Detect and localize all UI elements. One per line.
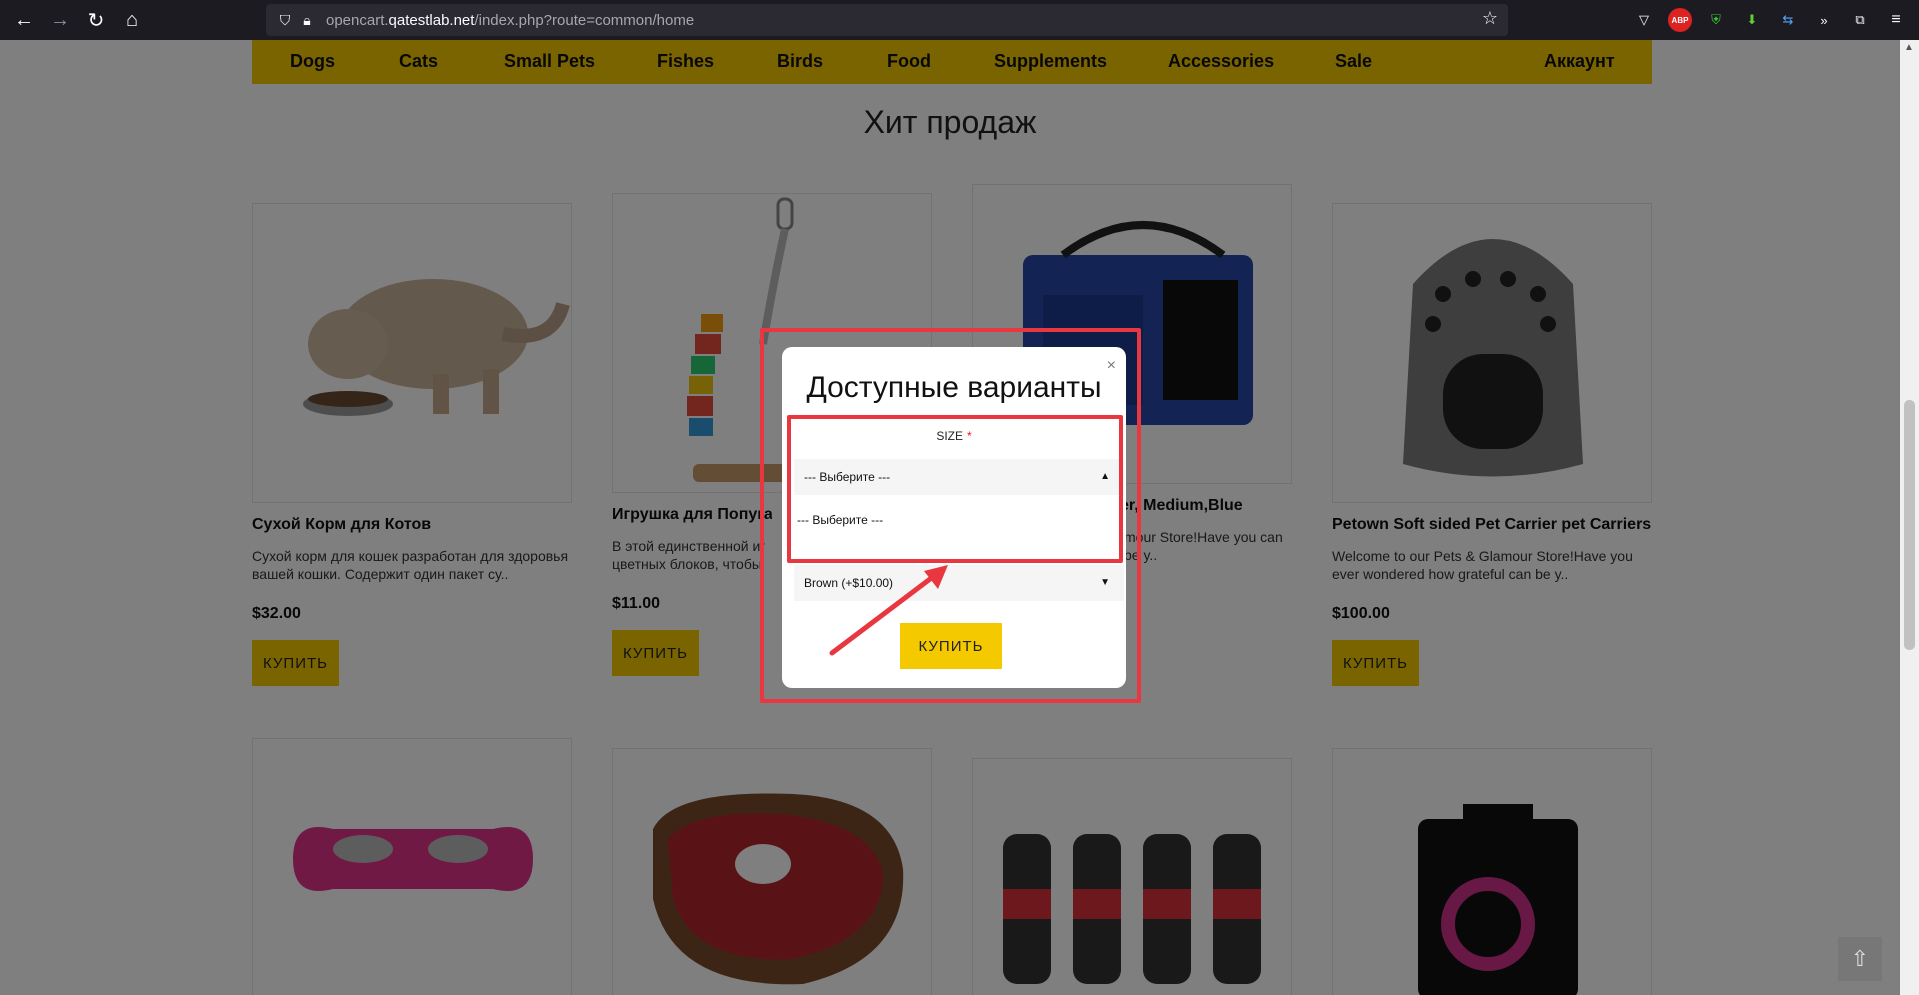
menu-icon[interactable]: ≡	[1884, 8, 1908, 32]
extensions-icon[interactable]: ⧉	[1848, 8, 1872, 32]
forward-icon[interactable]: →	[42, 0, 78, 40]
url-text: opencart.qatestlab.net/index.php?route=c…	[326, 11, 695, 29]
back-icon[interactable]: ←	[6, 0, 42, 40]
home-icon[interactable]: ⌂	[114, 0, 150, 40]
reload-icon[interactable]: ↻	[78, 0, 114, 40]
highlight-box-size-dropdown	[787, 415, 1123, 563]
shield-extension-icon[interactable]: ⛨	[1704, 8, 1728, 32]
browser-toolbar: ← → ↻ ⌂ ⛉ 🔒︎ opencart.qatestlab.net/inde…	[0, 0, 1919, 40]
translate-icon[interactable]: ⇆	[1776, 8, 1800, 32]
bookmark-star-icon[interactable]: ☆	[1482, 8, 1498, 29]
shield-icon[interactable]: ⛉	[274, 12, 296, 29]
overflow-icon[interactable]: »	[1812, 8, 1836, 32]
page-scrollbar[interactable]: ▲	[1900, 40, 1919, 995]
scroll-up-icon[interactable]: ▲	[1904, 42, 1914, 53]
annotation-arrow-icon	[829, 565, 948, 656]
adblock-icon[interactable]: ABP	[1668, 8, 1692, 32]
scroll-to-top-icon[interactable]: ⇧	[1838, 937, 1882, 981]
scrollbar-thumb[interactable]	[1904, 400, 1915, 650]
address-bar[interactable]: ⛉ 🔒︎ opencart.qatestlab.net/index.php?ro…	[266, 4, 1508, 36]
pocket-icon[interactable]: ▽	[1632, 8, 1656, 32]
web-page: Dogs Cats Small Pets Fishes Birds Food S…	[0, 40, 1900, 995]
download-icon[interactable]: ⬇	[1740, 8, 1764, 32]
lock-icon[interactable]: 🔒︎	[296, 12, 318, 29]
